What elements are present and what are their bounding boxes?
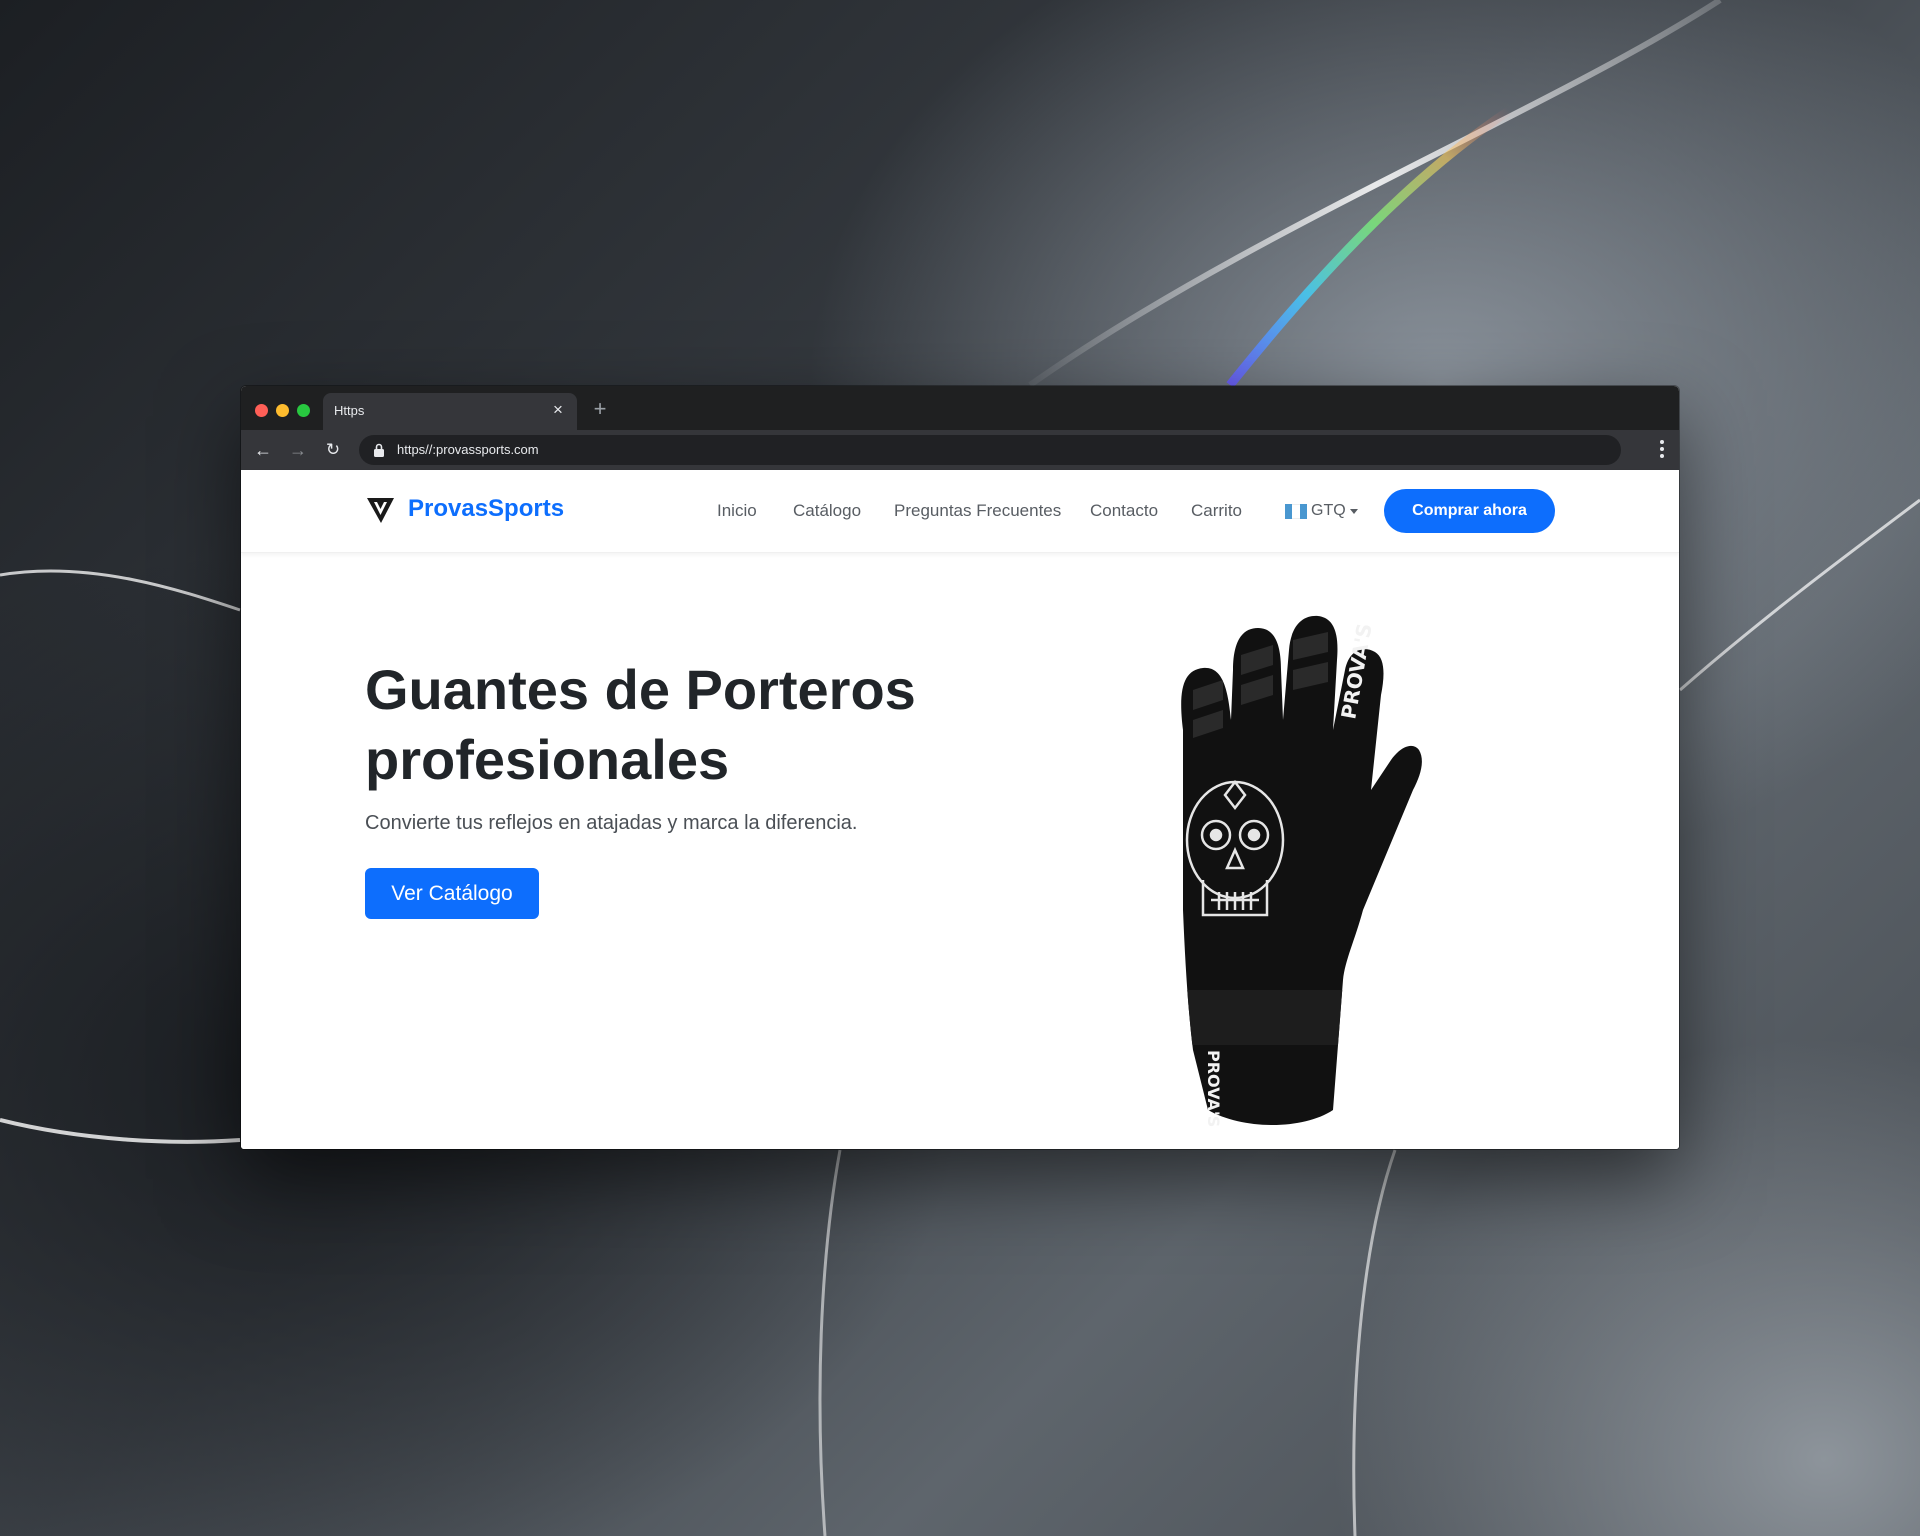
caret-down-icon: [1349, 508, 1358, 514]
buy-now-button[interactable]: Comprar ahora: [1384, 489, 1555, 533]
close-tab-icon[interactable]: ×: [549, 401, 567, 419]
reload-icon[interactable]: ↻: [321, 438, 345, 462]
currency-selector[interactable]: GTQ: [1285, 499, 1358, 523]
nav-link-preguntas[interactable]: Preguntas Frecuentes: [894, 501, 1061, 521]
currency-label: GTQ: [1311, 502, 1346, 519]
url-text[interactable]: https//:provassports.com: [397, 442, 539, 457]
view-catalog-button[interactable]: Ver Catálogo: [365, 868, 539, 919]
glove-strap-print: PROVA'S: [1204, 1050, 1223, 1127]
back-arrow-icon[interactable]: ←: [251, 438, 275, 462]
close-window-button[interactable]: [255, 404, 268, 417]
site-header: ProvasSports Inicio Catálogo Preguntas F…: [241, 470, 1679, 553]
tab-bar: Https × +: [241, 386, 1679, 430]
brand-logo-icon[interactable]: [367, 498, 394, 523]
browser-window: Https × + ← → ↻ https//:provassports.com…: [241, 386, 1679, 1149]
nav-link-catalogo[interactable]: Catálogo: [793, 501, 861, 521]
maximize-window-button[interactable]: [297, 404, 310, 417]
nav-link-contacto[interactable]: Contacto: [1090, 501, 1158, 521]
minimize-window-button[interactable]: [276, 404, 289, 417]
nav-link-inicio[interactable]: Inicio: [717, 501, 757, 521]
hero-subtitle: Convierte tus reflejos en atajadas y mar…: [365, 812, 858, 834]
hero-title: Guantes de Porteros profesionales: [365, 658, 916, 791]
forward-arrow-icon[interactable]: →: [286, 438, 310, 462]
nav-link-carrito[interactable]: Carrito: [1191, 501, 1242, 521]
lock-icon: [374, 443, 384, 457]
browser-toolbar: ← → ↻ https//:provassports.com: [241, 430, 1679, 470]
browser-menu-icon[interactable]: [1659, 440, 1665, 460]
brand-name[interactable]: ProvasSports: [408, 495, 564, 523]
browser-tab[interactable]: Https ×: [323, 393, 577, 430]
goalkeeper-glove-image: PROVA'S PROVA'S: [1181, 615, 1422, 1127]
new-tab-icon[interactable]: +: [589, 398, 611, 420]
address-bar[interactable]: https//:provassports.com: [359, 435, 1621, 465]
web-page: ProvasSports Inicio Catálogo Preguntas F…: [241, 470, 1679, 1149]
tab-title: Https: [334, 403, 365, 418]
guatemala-flag-icon: [1285, 503, 1307, 519]
